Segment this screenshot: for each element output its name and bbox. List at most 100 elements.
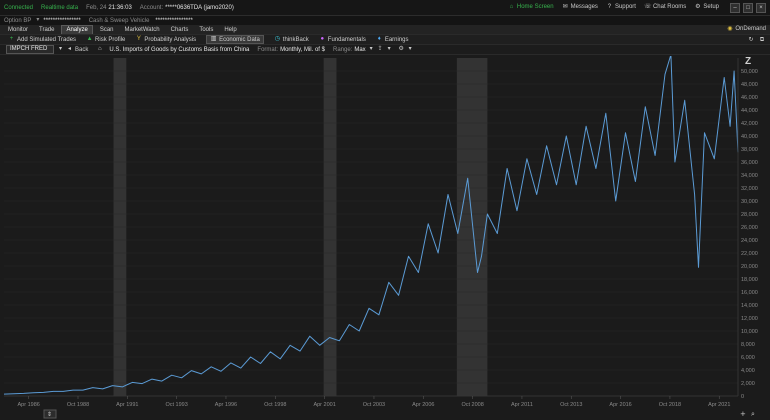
tab-tools[interactable]: Tools (195, 26, 217, 34)
x-tick-label: Apr 1986 (17, 402, 39, 408)
y-tick-label: 24,000 (741, 238, 758, 244)
lightbulb-icon: ♦ (377, 36, 381, 42)
zoom-z-icon[interactable]: Z (745, 56, 751, 67)
y-tick-label: 26,000 (741, 225, 758, 231)
y-tick-label: 48,000 (741, 82, 758, 88)
chevron-down-icon[interactable]: ▾ (368, 46, 375, 53)
chevron-down-icon[interactable]: ▾ (407, 46, 414, 53)
y-tick-label: 46,000 (741, 95, 758, 101)
x-tick-label: Oct 2013 (560, 402, 582, 408)
y-tick-label: 10,000 (741, 329, 758, 335)
option-bp-value: **************** (43, 17, 81, 24)
y-tick-label: 34,000 (741, 173, 758, 179)
ondemand-button[interactable]: ◉ OnDemand (726, 26, 766, 33)
subtab-label: Probability Analysis (144, 36, 197, 43)
series-title: U.S. Imports of Goods by Customs Basis f… (109, 46, 250, 53)
y-tick-label: 6,000 (741, 355, 755, 361)
symbol-input[interactable]: IMPCH FRED (6, 45, 54, 54)
cash-value: **************** (155, 17, 193, 24)
subtab-economic-data[interactable]: ▥ Economic Data (206, 35, 264, 44)
tab-trade[interactable]: Trade (35, 26, 58, 34)
x-tick-label: Oct 2008 (461, 402, 483, 408)
analyze-subtabs: + Add Simulated Trades ▲ Risk Profile Y Pro… (0, 34, 770, 44)
setup-label: Setup (703, 4, 719, 10)
x-tick-label: Oct 1988 (67, 402, 89, 408)
tab-charts[interactable]: Charts (167, 26, 193, 34)
subtab-fundamentals[interactable]: ● Fundamentals (319, 36, 365, 43)
zoom-search-icon[interactable]: ⌕ (751, 410, 755, 418)
chevron-down-icon[interactable]: ▾ (57, 46, 64, 53)
close-button[interactable]: × (756, 2, 766, 13)
support-link[interactable]: ? Support (606, 4, 636, 11)
x-tick-label: Apr 2021 (708, 402, 730, 408)
subtab-risk-profile[interactable]: ▲ Risk Profile (86, 36, 126, 43)
home-screen-label: Home Screen (516, 4, 554, 10)
clock-icon: ◷ (274, 36, 280, 42)
y-tick-label: 22,000 (741, 251, 758, 257)
x-tick-label: Apr 1996 (215, 402, 237, 408)
subtab-add-simulated-trades[interactable]: + Add Simulated Trades (8, 36, 76, 43)
subtab-label: Add Simulated Trades (17, 36, 77, 43)
subtab-label: Risk Profile (95, 36, 126, 43)
x-tick-label: Apr 2006 (412, 402, 434, 408)
messages-link[interactable]: ✉ Messages (562, 4, 598, 11)
zoom-in-icon[interactable]: + (740, 410, 746, 418)
format-label: Format: (257, 46, 279, 53)
scroll-arrow-icon: ⇕ (47, 411, 52, 418)
x-tick-label: Apr 2016 (609, 402, 631, 408)
chart-toolbar: IMPCH FRED ▾ ◂ Back ⌂ U.S. Imports of Go… (0, 44, 770, 55)
economic-data-chart[interactable]: 0 2,000 4,000 6,000 8,000 10,000 12,000 14,000 1… (0, 56, 770, 420)
y-tick-label: 44,000 (741, 108, 758, 114)
subtab-earnings[interactable]: ♦ Earnings (376, 36, 409, 43)
minimize-button[interactable]: – (730, 2, 740, 13)
envelope-icon: ✉ (562, 4, 568, 10)
chat-rooms-link[interactable]: ☏Chat Rooms (644, 4, 686, 11)
y-tick-label: 42,000 (741, 121, 758, 127)
subtab-thinkback[interactable]: ◷ thinkBack (274, 36, 309, 43)
tab-marketwatch[interactable]: MarketWatch (121, 26, 164, 34)
home-icon[interactable]: ⌂ (96, 46, 103, 53)
cash-label: Cash & Sweep Vehicle (88, 17, 150, 24)
share-icon[interactable]: ⇪ (377, 46, 384, 53)
format-dropdown[interactable]: Monthly, Mil. of $ (280, 47, 325, 53)
tab-help[interactable]: Help (220, 26, 240, 34)
chevron-down-icon[interactable]: ▾ (386, 46, 393, 53)
main-tabs: Monitor Trade Analyze Scan MarketWatch C… (0, 24, 770, 35)
bank-icon: ▥ (210, 36, 217, 42)
top-links: ⌂ Home Screen ✉ Messages ? Support ☏Chat Ro… (508, 0, 766, 15)
gear-icon[interactable]: ⚙ (398, 46, 405, 53)
x-tick-label: Apr 1991 (116, 402, 138, 408)
gear-icon: ⚙ (695, 4, 701, 10)
subtab-probability-analysis[interactable]: Y Probability Analysis (135, 36, 196, 43)
chevron-down-icon[interactable]: ▾ (34, 17, 41, 24)
support-label: Support (614, 4, 636, 10)
y-tick-label: 18,000 (741, 277, 758, 283)
y-tick-label: 28,000 (741, 212, 758, 218)
y-tick-label: 14,000 (741, 303, 758, 309)
tab-scan[interactable]: Scan (96, 26, 118, 34)
subtab-label: Earnings (384, 36, 409, 43)
back-button[interactable]: Back (75, 47, 88, 53)
x-tick-label: Oct 2003 (363, 402, 385, 408)
home-screen-link[interactable]: ⌂ Home Screen (508, 4, 554, 11)
back-arrow-icon[interactable]: ◂ (66, 46, 73, 53)
risk-icon: ▲ (86, 36, 93, 42)
setup-link[interactable]: ⚙ Setup (694, 4, 719, 11)
maximize-button[interactable]: □ (743, 2, 753, 13)
people-icon: ● (320, 36, 325, 42)
y-tick-label: 4,000 (741, 368, 755, 374)
account-value[interactable]: *****0636TDA (jamo2020) (165, 5, 234, 11)
tab-analyze[interactable]: Analyze (61, 24, 93, 35)
house-icon: ⌂ (509, 4, 514, 10)
y-tick-label: 30,000 (741, 199, 758, 205)
tab-monitor[interactable]: Monitor (4, 26, 32, 34)
y-tick-label: 8,000 (741, 342, 755, 348)
x-tick-label: Apr 2001 (313, 402, 335, 408)
y-tick-label: 20,000 (741, 264, 758, 270)
x-tick-label: Oct 1998 (264, 402, 286, 408)
range-dropdown[interactable]: Max (354, 47, 365, 53)
refresh-icon[interactable]: ↻ (747, 36, 755, 44)
status-date: Feb, 24 (86, 4, 107, 11)
detach-icon[interactable]: ⧉ (758, 36, 766, 44)
y-tick-label: 12,000 (741, 316, 758, 322)
